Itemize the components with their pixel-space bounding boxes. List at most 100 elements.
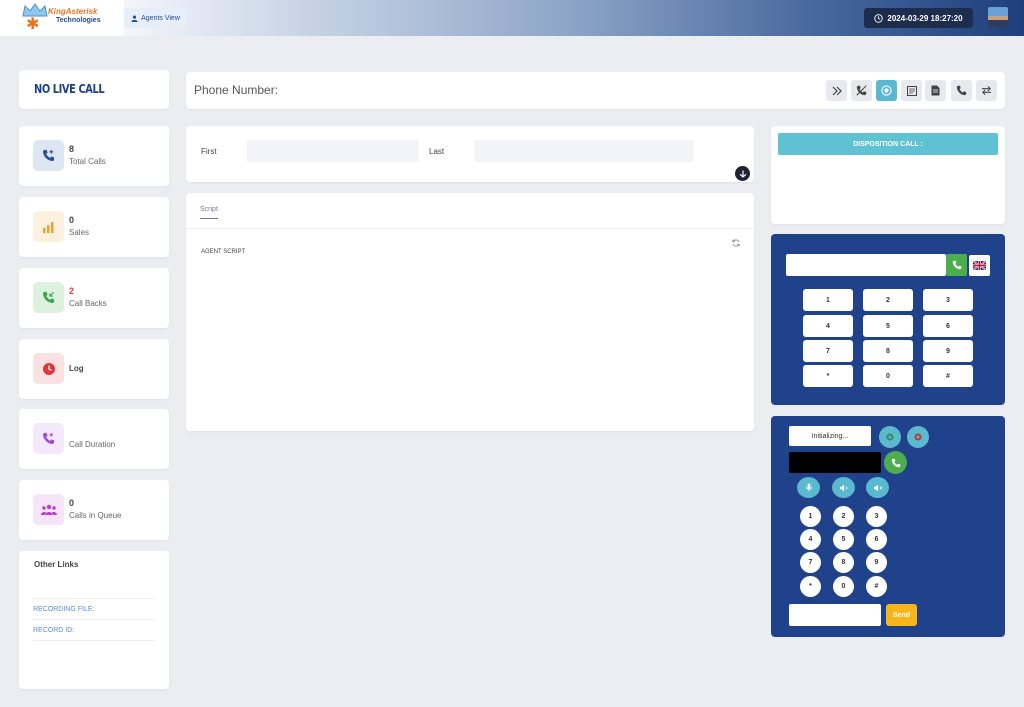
- agents-view-button[interactable]: Agents View: [124, 8, 187, 28]
- softphone-call-button[interactable]: [884, 451, 907, 474]
- list-box-icon: [906, 85, 917, 96]
- star-icon: ✱: [26, 16, 40, 33]
- agents-view-label: Agents View: [141, 14, 180, 22]
- recording-file-link[interactable]: RECORDING FILE:: [33, 598, 155, 613]
- stat-label: Call Duration: [69, 440, 116, 449]
- arrow-down-icon: [739, 170, 746, 178]
- softphone-key[interactable]: 8: [833, 552, 854, 573]
- microphone-icon: [805, 483, 812, 492]
- transfer-forward-button[interactable]: [826, 80, 847, 101]
- hangup-button[interactable]: [851, 80, 872, 101]
- phone-plus-icon: [33, 140, 64, 171]
- tab-script[interactable]: Script: [200, 206, 218, 219]
- avatar[interactable]: [988, 7, 1008, 27]
- dialpad-key[interactable]: 3: [923, 289, 973, 311]
- other-links-title: Other Links: [34, 560, 79, 569]
- bar-chart-icon: [33, 211, 64, 242]
- softphone-key[interactable]: 5: [833, 529, 854, 550]
- phone-icon: [956, 85, 967, 96]
- mute-button[interactable]: [797, 477, 820, 498]
- stat-call-duration[interactable]: Call Duration: [19, 409, 169, 469]
- uk-flag-icon: [973, 261, 986, 270]
- stat-calls-in-queue[interactable]: 0 Calls in Queue: [19, 480, 169, 540]
- softphone-key[interactable]: 9: [866, 552, 887, 573]
- logo[interactable]: ✱ KingAsterisk Technologies: [0, 0, 124, 36]
- dialpad-key[interactable]: 1: [803, 289, 853, 311]
- first-name-input[interactable]: [247, 140, 419, 162]
- last-name-label: Last: [429, 147, 445, 156]
- softphone-key[interactable]: 1: [800, 506, 821, 527]
- manual-dialpad: 1 2 3 4 5 6 7 8 9 * 0 #: [771, 234, 1005, 405]
- stat-call-backs[interactable]: 2 Call Backs: [19, 268, 169, 328]
- notes-button[interactable]: [901, 80, 922, 101]
- dialpad-key[interactable]: #: [923, 365, 973, 387]
- last-name-input[interactable]: [475, 140, 693, 162]
- dialpad-key[interactable]: 6: [923, 315, 973, 337]
- send-button[interactable]: Send: [886, 604, 917, 626]
- phone-number-bar: Phone Number:: [186, 72, 1005, 109]
- softphone-key[interactable]: 7: [800, 552, 821, 573]
- country-selector[interactable]: [969, 255, 990, 276]
- phone-incoming-icon: [33, 282, 64, 313]
- refresh-icon[interactable]: [732, 239, 740, 247]
- softphone-status: Initializing...: [789, 426, 871, 446]
- double-chevron-right-icon: [832, 86, 842, 95]
- speaker-mute-icon: [873, 484, 882, 491]
- swap-button[interactable]: [976, 80, 997, 101]
- dial-button[interactable]: [951, 80, 972, 101]
- crown-icon: [22, 3, 48, 17]
- stat-label: Total Calls: [69, 157, 106, 166]
- volume-down-button[interactable]: [866, 477, 889, 498]
- disposition-call-button[interactable]: DISPOSITION CALL :: [778, 133, 998, 155]
- record-icon: [881, 85, 892, 96]
- stat-value: 8: [69, 144, 75, 154]
- clock-icon: [874, 13, 884, 23]
- dialpad-key[interactable]: 9: [923, 340, 973, 362]
- phone-number-label: Phone Number:: [194, 83, 279, 97]
- phone-slash-icon: [856, 85, 867, 96]
- stat-total-calls[interactable]: 8 Total Calls: [19, 126, 169, 186]
- softphone-key[interactable]: 0: [833, 576, 854, 597]
- softphone-key[interactable]: 4: [800, 529, 821, 550]
- expand-down-button[interactable]: [735, 166, 750, 181]
- user-icon: [131, 14, 138, 22]
- register-button[interactable]: [879, 426, 901, 448]
- dialpad-key[interactable]: *: [803, 365, 853, 387]
- phone-plus-icon: [33, 423, 64, 454]
- record-id-link[interactable]: RECORD ID:: [33, 619, 155, 634]
- dtmf-input[interactable]: [789, 604, 881, 626]
- softphone-key[interactable]: 6: [866, 529, 887, 550]
- dialpad-key[interactable]: 2: [863, 289, 913, 311]
- stat-log[interactable]: Log: [19, 339, 169, 399]
- settings-icon: [886, 433, 894, 441]
- agent-script-text: AGENT SCRIPT: [201, 249, 246, 255]
- stat-value: 0: [69, 498, 75, 508]
- stat-sales[interactable]: 0 Sales: [19, 197, 169, 257]
- softphone-key[interactable]: 2: [833, 506, 854, 527]
- users-icon: [33, 494, 64, 525]
- dialpad-key[interactable]: 5: [863, 315, 913, 337]
- unregister-button[interactable]: [907, 426, 929, 448]
- dial-number-input[interactable]: [786, 254, 946, 276]
- stat-label: Calls in Queue: [69, 511, 122, 520]
- disposition-panel: DISPOSITION CALL :: [771, 126, 1005, 224]
- softphone-key[interactable]: 3: [866, 506, 887, 527]
- document-button[interactable]: [925, 80, 946, 101]
- dialpad-key[interactable]: 7: [803, 340, 853, 362]
- call-button[interactable]: [946, 254, 967, 276]
- script-panel: Script AGENT SCRIPT: [186, 193, 754, 431]
- phone-icon: [891, 458, 900, 467]
- power-icon: [914, 433, 922, 441]
- clock-icon: [33, 353, 64, 384]
- volume-up-button[interactable]: [832, 477, 855, 498]
- dialpad-key[interactable]: 4: [803, 315, 853, 337]
- record-button[interactable]: [876, 80, 897, 101]
- logo-text: KingAsterisk: [48, 7, 98, 16]
- softphone-key[interactable]: #: [866, 576, 887, 597]
- dialpad-key[interactable]: 8: [863, 340, 913, 362]
- swap-arrows-icon: [981, 85, 992, 96]
- logo-subtext: Technologies: [56, 17, 101, 24]
- lead-name-panel: First Last: [186, 126, 754, 182]
- dialpad-key[interactable]: 0: [863, 365, 913, 387]
- softphone-key[interactable]: *: [800, 576, 821, 597]
